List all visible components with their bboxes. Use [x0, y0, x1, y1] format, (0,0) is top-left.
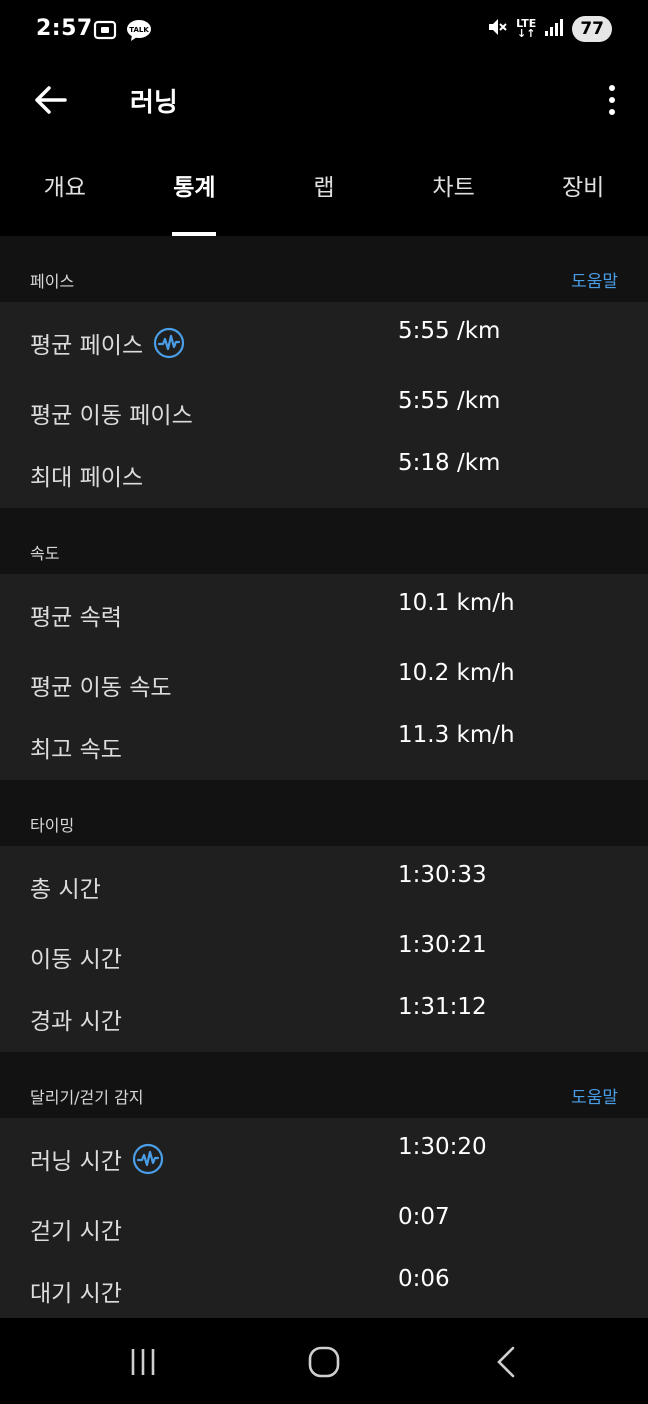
- stat-label: 경과 시간: [30, 1009, 122, 1035]
- home-icon: [308, 1346, 340, 1378]
- stat-row: 경과 시간 1:31:12: [0, 982, 648, 1044]
- screenshot-icon: [92, 18, 118, 46]
- tab-laps[interactable]: 랩: [259, 140, 389, 236]
- stat-row: 최고 속도 11.3 km/h: [0, 710, 648, 772]
- home-button[interactable]: [304, 1342, 344, 1382]
- section-title: 속도: [30, 544, 60, 563]
- section-title: 달리기/걷기 감지: [30, 1088, 144, 1107]
- heart-rate-icon[interactable]: [132, 1143, 164, 1175]
- more-options-button[interactable]: [600, 80, 624, 120]
- stat-row: 최대 페이스 5:18 /km: [0, 438, 648, 500]
- section-body-timing: 총 시간 1:30:33 이동 시간 1:30:21 경과 시간 1:31:12: [0, 846, 648, 1052]
- section-header-pace: 페이스 도움말: [0, 236, 648, 302]
- stat-row: 평균 페이스 5:55 /km: [0, 306, 648, 376]
- stat-label: 평균 이동 페이스: [30, 403, 193, 429]
- system-nav-bar: [0, 1318, 648, 1404]
- tab-gear[interactable]: 장비: [518, 140, 648, 236]
- stat-label: 평균 페이스: [30, 333, 144, 359]
- tab-overview[interactable]: 개요: [0, 140, 130, 236]
- stat-label: 이동 시간: [30, 947, 122, 973]
- help-link-run-walk[interactable]: 도움말: [571, 1083, 618, 1108]
- status-left-icons: TALK: [92, 18, 152, 46]
- arrow-left-icon: [35, 86, 67, 114]
- help-link-pace[interactable]: 도움말: [571, 267, 618, 292]
- stat-row: 총 시간 1:30:33: [0, 850, 648, 920]
- chevron-left-icon: [497, 1346, 515, 1378]
- lte-label: LTE: [516, 17, 537, 30]
- recent-apps-button[interactable]: [123, 1342, 163, 1382]
- stat-value: 11.3 km/h: [398, 722, 515, 748]
- stat-value: 1:31:12: [398, 994, 487, 1020]
- section-header-speed: 속도: [0, 508, 648, 574]
- stat-label: 최대 페이스: [30, 465, 144, 491]
- more-vertical-icon: [609, 85, 615, 91]
- page-title: 러닝: [130, 88, 178, 118]
- kakaotalk-badge: TALK: [129, 26, 149, 34]
- stat-label: 평균 이동 속도: [30, 675, 172, 701]
- stat-value: 1:30:21: [398, 932, 487, 958]
- signal-icon: [544, 17, 564, 41]
- section-title: 타이밍: [30, 816, 75, 835]
- stat-value: 1:30:33: [398, 862, 487, 888]
- status-right-icons: LTE ↓↑ 77: [486, 16, 612, 42]
- mute-icon: [486, 16, 508, 42]
- status-bar: 2:57 TALK LTE ↓↑ 77: [0, 0, 648, 62]
- tab-bar: 개요 통계 랩 차트 장비: [0, 140, 648, 236]
- section-body-run-walk: 러닝 시간 1:30:20 걷기 시간 0:07 대기 시간 0:06: [0, 1118, 648, 1324]
- app-bar: 러닝: [0, 62, 648, 140]
- stat-row: 러닝 시간 1:30:20: [0, 1122, 648, 1192]
- stat-row: 평균 속력 10.1 km/h: [0, 578, 648, 648]
- stat-label: 총 시간: [30, 877, 101, 903]
- stat-label: 걷기 시간: [30, 1219, 122, 1245]
- section-body-speed: 평균 속력 10.1 km/h 평균 이동 속도 10.2 km/h 최고 속도…: [0, 574, 648, 780]
- stat-label: 평균 속력: [30, 605, 122, 631]
- stat-value: 10.1 km/h: [398, 590, 515, 616]
- stat-row: 평균 이동 페이스 5:55 /km: [0, 376, 648, 438]
- recent-apps-icon: [131, 1349, 155, 1375]
- stat-label: 최고 속도: [30, 737, 122, 763]
- stat-value: 5:55 /km: [398, 388, 501, 414]
- status-time: 2:57: [36, 16, 93, 41]
- kakaotalk-icon: TALK: [126, 18, 152, 46]
- section-title: 페이스: [30, 272, 75, 291]
- lte-indicator: LTE ↓↑: [516, 17, 537, 40]
- stat-row: 걷기 시간 0:07: [0, 1192, 648, 1254]
- stats-content[interactable]: 페이스 도움말 평균 페이스 5:55 /km 평균 이동 페이스 5:55 /…: [0, 236, 648, 1346]
- stat-row: 대기 시간 0:06: [0, 1254, 648, 1316]
- stat-value: 10.2 km/h: [398, 660, 515, 686]
- stat-label: 대기 시간: [30, 1281, 122, 1307]
- section-body-pace: 평균 페이스 5:55 /km 평균 이동 페이스 5:55 /km 최대 페이…: [0, 302, 648, 508]
- stat-value: 5:55 /km: [398, 318, 501, 344]
- stat-value: 0:07: [398, 1204, 450, 1230]
- battery-indicator: 77: [572, 16, 612, 42]
- back-nav-button[interactable]: [486, 1342, 526, 1382]
- stat-label: 러닝 시간: [30, 1149, 122, 1175]
- stat-row: 이동 시간 1:30:21: [0, 920, 648, 982]
- section-header-timing: 타이밍: [0, 780, 648, 846]
- heart-rate-icon[interactable]: [153, 327, 185, 359]
- tab-charts[interactable]: 차트: [389, 140, 519, 236]
- stat-value: 5:18 /km: [398, 450, 501, 476]
- section-header-run-walk: 달리기/걷기 감지 도움말: [0, 1052, 648, 1118]
- stat-value: 0:06: [398, 1266, 450, 1292]
- tab-stats[interactable]: 통계: [130, 140, 260, 236]
- back-button[interactable]: [30, 80, 70, 120]
- stat-row: 평균 이동 속도 10.2 km/h: [0, 648, 648, 710]
- stat-value: 1:30:20: [398, 1134, 487, 1160]
